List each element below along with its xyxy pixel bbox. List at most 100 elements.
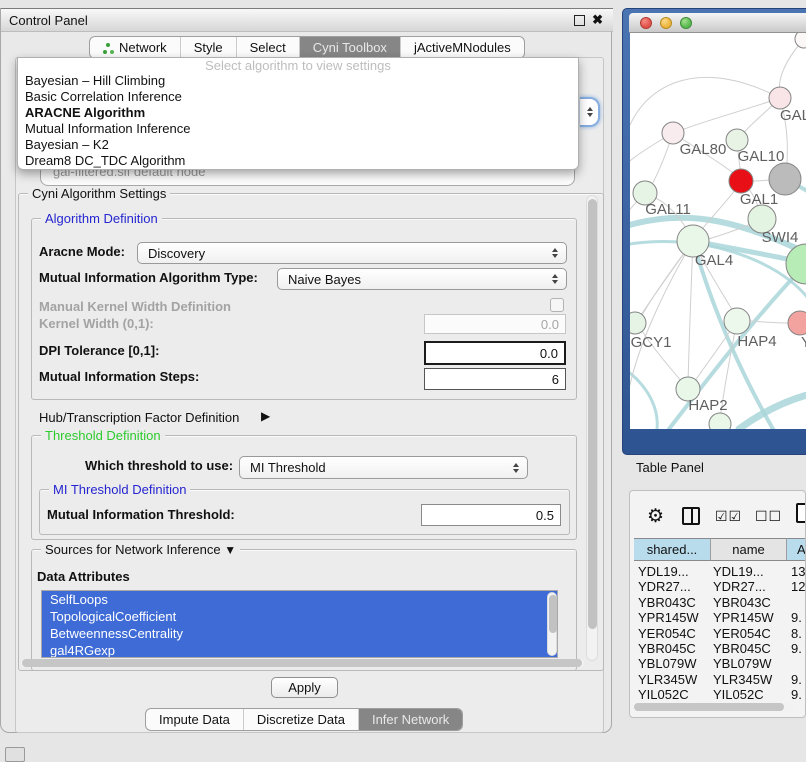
table-cell: YER054C [634, 626, 711, 641]
table-row[interactable]: YPR145WYPR145W9. [634, 610, 806, 625]
tab-select[interactable]: Select [236, 37, 299, 58]
network-canvas[interactable]: GALGAL80GAL10GAL1SWI4GAL4GAL11GCY1HAP4YH… [630, 33, 806, 429]
spinner-arrows-icon [552, 274, 558, 284]
table-cell: 12 [787, 579, 806, 594]
sources-legend: Sources for Network Inference ▼ [41, 542, 240, 557]
column-header-shared[interactable]: shared... [634, 538, 711, 561]
attribute-item-betweennesscentrality[interactable]: BetweennessCentrality [42, 625, 557, 642]
network-graph[interactable]: GALGAL80GAL10GAL1SWI4GAL4GAL11GCY1HAP4YH… [630, 33, 806, 429]
table-cell: YBR043C [711, 595, 787, 610]
tab-jactivemnodules[interactable]: jActiveMNodules [400, 37, 524, 58]
table-horizontal-scrollbar[interactable] [634, 703, 794, 711]
export-table-icon[interactable] [796, 503, 806, 523]
table-row[interactable]: YDR27...YDR27...12 [634, 579, 806, 594]
settings-vertical-scrollbar[interactable] [586, 195, 598, 661]
network-edge [739, 395, 806, 429]
network-icon [103, 42, 114, 54]
tab-network[interactable]: Network [90, 37, 180, 58]
network-edge [688, 241, 693, 385]
attribute-item-topologicalcoefficient[interactable]: TopologicalCoefficient [42, 608, 557, 625]
network-window-titlebar[interactable] [629, 13, 806, 33]
tab-cyni-toolbox[interactable]: Cyni Toolbox [299, 37, 400, 58]
expand-arrow-icon[interactable]: ▶ [261, 409, 270, 423]
table-row[interactable]: YDL19...YDL19...13 [634, 564, 806, 579]
mi-threshold-legend: MI Threshold Definition [49, 482, 190, 497]
network-node-gcy1[interactable] [630, 312, 646, 334]
settings-horizontal-scrollbar[interactable] [21, 659, 584, 667]
network-node[interactable] [709, 413, 731, 429]
data-attributes-list[interactable]: SelfLoopsTopologicalCoefficientBetweenne… [41, 590, 558, 658]
attribute-item-selfloops[interactable]: SelfLoops [42, 591, 557, 608]
algorithm-option-bayesian-hill-climbing[interactable]: Bayesian – Hill Climbing [18, 73, 578, 89]
network-node[interactable] [795, 33, 806, 48]
network-node-y[interactable] [788, 311, 806, 335]
dpi-tolerance-field[interactable]: 0.0 [424, 341, 566, 365]
mi-algorithm-type-label: Mutual Information Algorithm Type: [39, 270, 258, 285]
table-cell: YIL052C [634, 687, 711, 702]
tab-label: Style [194, 40, 223, 55]
table-row[interactable]: YER054CYER054C8. [634, 626, 806, 641]
collapse-arrow-icon[interactable]: ▼ [224, 543, 236, 557]
column-header-name[interactable]: name [711, 538, 787, 561]
close-window-icon[interactable] [640, 17, 652, 29]
algorithm-option-aracne-algorithm[interactable]: ARACNE Algorithm [18, 105, 578, 121]
table-row[interactable]: YLR345WYLR345W9. [634, 672, 806, 687]
table-cell: YBL079W [711, 656, 787, 671]
mi-steps-field[interactable]: 6 [424, 368, 566, 390]
deselect-all-checkboxes-icon[interactable]: ☐☐ [755, 508, 782, 525]
table-row[interactable]: YBR043CYBR043C [634, 595, 806, 610]
table-cell: YDR27... [634, 579, 711, 594]
zoom-window-icon[interactable] [680, 17, 692, 29]
node-label: GAL4 [695, 252, 733, 269]
minimize-window-icon[interactable] [660, 17, 672, 29]
algorithm-option-dream8-dc-tdc-algorithm[interactable]: Dream8 DC_TDC Algorithm [18, 153, 578, 169]
node-label: HAP4 [737, 333, 776, 350]
table-row[interactable]: YIL052CYIL052C9. [634, 687, 806, 702]
control-panel-titlebar: Control Panel ✖ [1, 8, 613, 32]
split-columns-icon[interactable] [682, 507, 700, 525]
algorithm-option-bayesian-k2[interactable]: Bayesian – K2 [18, 137, 578, 153]
tab-style[interactable]: Style [180, 37, 236, 58]
restore-panel-icon[interactable] [5, 747, 25, 762]
algorithm-option-basic-correlation-inference[interactable]: Basic Correlation Inference [18, 89, 578, 105]
aracne-mode-select[interactable]: Discovery [137, 242, 567, 264]
column-header-a[interactable]: A [787, 538, 806, 561]
network-view-window[interactable]: GALGAL80GAL10GAL1SWI4GAL4GAL11GCY1HAP4YH… [622, 8, 806, 455]
float-panel-icon[interactable] [574, 15, 585, 26]
tab-label: Select [250, 40, 286, 55]
mi-steps-label: Mutual Information Steps: [39, 369, 199, 384]
table-row[interactable]: YBL079WYBL079W [634, 656, 806, 671]
algorithm-prompt: Select algorithm to view settings [18, 58, 578, 73]
kernel-width-field[interactable]: 0.0 [424, 314, 566, 334]
mi-threshold-field[interactable]: 0.5 [421, 504, 561, 526]
table-cell: YBL079W [634, 656, 711, 671]
algorithm-option-mutual-information-inference[interactable]: Mutual Information Inference [18, 121, 578, 137]
table-cell [787, 656, 806, 671]
attribute-list-scrollbar[interactable] [547, 592, 557, 656]
apply-button[interactable]: Apply [271, 677, 338, 698]
network-node-hap4[interactable] [724, 308, 750, 334]
network-node[interactable] [729, 169, 753, 193]
focused-combobox-edge[interactable] [580, 97, 600, 127]
table-panel: ⚙ ☑☑ ☐☐ shared...nameA YDL19...YDL19...1… [629, 490, 806, 718]
attribute-item-gal4rgexp[interactable]: gal4RGexp [42, 642, 557, 658]
node-label: Y [801, 334, 806, 351]
table-header-row: shared...nameA [634, 538, 806, 561]
table-settings-gear-icon[interactable]: ⚙ [647, 507, 664, 526]
tab-impute-data[interactable]: Impute Data [146, 709, 243, 730]
hub-section-label[interactable]: Hub/Transcription Factor Definition [39, 410, 239, 425]
table-cell: YBR045C [711, 641, 787, 656]
mi-algorithm-type-select[interactable]: Naive Bayes [277, 268, 567, 290]
table-cell: 9. [787, 687, 806, 702]
which-threshold-select[interactable]: MI Threshold [239, 456, 528, 479]
network-node-gal[interactable] [769, 87, 791, 109]
close-panel-icon[interactable]: ✖ [592, 15, 603, 25]
table-row[interactable]: YBR045CYBR045C9. [634, 641, 806, 656]
tab-infer-network[interactable]: Infer Network [358, 709, 462, 730]
table-cell: 8. [787, 626, 806, 641]
tab-discretize-data[interactable]: Discretize Data [243, 709, 358, 730]
manual-kernel-checkbox[interactable] [550, 298, 564, 312]
node-label: GAL1 [740, 191, 778, 208]
select-all-checkboxes-icon[interactable]: ☑☑ [715, 508, 742, 525]
kernel-width-value: 0.0 [541, 317, 559, 332]
